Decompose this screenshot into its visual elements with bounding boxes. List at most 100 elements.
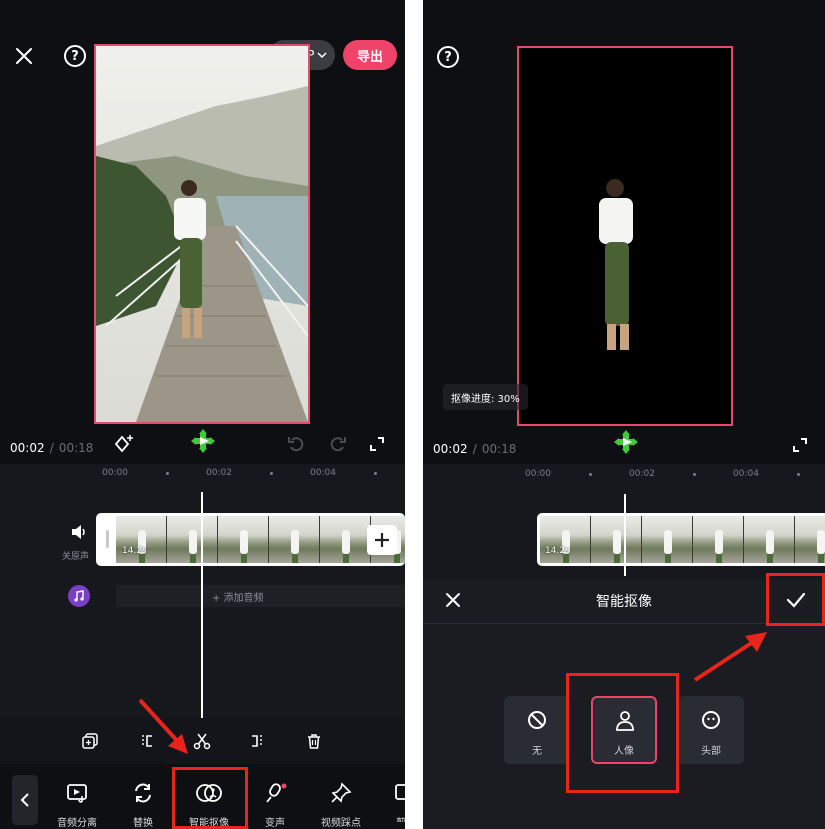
cutout-progress-text: 抠像进度: 30% <box>451 393 520 405</box>
toolbar-back-button[interactable] <box>12 775 38 825</box>
annotation-highlight-box <box>766 573 825 626</box>
ruler-dot <box>797 473 800 476</box>
ruler-dot <box>589 473 592 476</box>
music-track-button[interactable] <box>68 585 90 607</box>
playhead[interactable] <box>201 492 203 718</box>
tool-voice-change[interactable]: 变声 <box>250 782 300 829</box>
trash-icon <box>308 734 320 749</box>
add-clip-button[interactable] <box>367 525 397 555</box>
cutout-preview[interactable] <box>517 46 733 426</box>
play-move-icon <box>191 429 215 453</box>
trim-right-icon <box>252 735 262 747</box>
ruler-tick-label: 00:02 <box>629 469 655 479</box>
tool-label: 音频分离 <box>57 818 97 829</box>
time-separator: / <box>49 441 54 455</box>
play-button[interactable] <box>611 427 641 457</box>
clip-duration: 14.2s <box>545 546 570 556</box>
mute-label: 关原声 <box>62 552 90 562</box>
tool-replace[interactable]: 替换 <box>118 782 168 829</box>
play-button[interactable] <box>188 426 218 456</box>
option-label: 头部 <box>701 746 721 757</box>
keyframe-button[interactable] <box>112 432 136 456</box>
keyframe-add-icon <box>114 435 133 453</box>
current-time: 00:02 <box>433 442 468 456</box>
copy-button[interactable] <box>80 731 100 751</box>
add-audio-label: + 添加音频 <box>212 592 264 604</box>
export-label: 导出 <box>356 49 383 65</box>
undo-button[interactable] <box>286 433 308 455</box>
tool-beat-pin[interactable]: 视频踩点 <box>316 782 366 829</box>
help-button[interactable]: ? <box>435 44 461 70</box>
add-audio-button[interactable]: + 添加音频 <box>116 585 405 607</box>
help-icon: ? <box>437 46 459 68</box>
close-icon <box>16 48 32 64</box>
delete-button[interactable] <box>304 731 324 751</box>
ruler-dot <box>270 472 273 475</box>
sheet-title: 智能抠像 <box>596 594 652 610</box>
chevron-down-icon <box>317 52 327 59</box>
sheet-divider <box>423 623 825 624</box>
split-right-button[interactable] <box>248 731 268 751</box>
help-icon: ? <box>64 45 86 67</box>
option-none[interactable]: 无 <box>504 696 570 764</box>
tool-audio-split[interactable]: 音频分离 <box>52 782 102 829</box>
video-clip-track[interactable]: 14.2s <box>537 513 825 566</box>
clip-thumbnails <box>540 516 825 563</box>
ruler-tick-label: 00:02 <box>206 468 232 478</box>
video-frame-image <box>96 46 308 422</box>
help-button[interactable]: ? <box>62 43 88 69</box>
music-note-icon <box>74 590 84 602</box>
total-time: 00:18 <box>481 442 517 456</box>
fullscreen-icon <box>370 437 384 451</box>
playhead[interactable] <box>624 494 626 576</box>
redo-button[interactable] <box>326 433 348 455</box>
person-cutout-image <box>599 179 633 350</box>
time-separator: / <box>472 442 477 456</box>
ruler-dot <box>374 472 377 475</box>
current-time: 00:02 <box>10 441 45 455</box>
annotation-highlight-box <box>172 767 248 829</box>
copy-icon <box>82 733 98 749</box>
clip-trim-handle[interactable] <box>106 530 109 548</box>
tool-label: 变声 <box>265 818 285 829</box>
cutout-panel-right: ? 抠像进度: 30% 00:02 / 00:18 00:00 00:02 00… <box>423 0 825 829</box>
cutout-progress: 抠像进度: 30% <box>443 384 528 410</box>
audio-split-icon <box>67 784 87 803</box>
redo-icon <box>330 437 346 452</box>
ruler-dot <box>693 473 696 476</box>
fullscreen-icon <box>793 438 807 452</box>
undo-icon <box>288 437 304 452</box>
clip-thumbnails <box>116 516 405 563</box>
tool-more[interactable]: 剪 <box>382 782 405 822</box>
none-icon <box>528 711 546 729</box>
option-head[interactable]: 头部 <box>678 696 744 764</box>
tool-label: 剪 <box>396 814 405 822</box>
more-icon <box>395 784 405 800</box>
ruler-tick-label: 00:04 <box>310 468 336 478</box>
voice-change-icon <box>266 783 287 803</box>
tool-label: 替换 <box>133 818 153 829</box>
close-button[interactable] <box>12 44 36 68</box>
ruler-tick-label: 00:00 <box>525 469 551 479</box>
tool-label: 视频踩点 <box>321 818 361 829</box>
fullscreen-button[interactable] <box>789 434 811 456</box>
export-button[interactable]: 导出 <box>343 40 397 70</box>
play-move-icon <box>614 430 638 454</box>
video-clip-track[interactable]: 14.2s <box>96 513 405 566</box>
fullscreen-button[interactable] <box>366 433 388 455</box>
plus-icon <box>375 533 389 547</box>
ruler-dot <box>166 472 169 475</box>
ruler-tick-label: 00:00 <box>102 468 128 478</box>
editor-panel-left: ? 1080P 导出 <box>0 0 405 829</box>
replace-icon <box>135 783 151 803</box>
beat-pin-icon <box>331 782 352 803</box>
head-icon <box>702 711 720 729</box>
video-preview[interactable] <box>94 44 310 424</box>
option-label: 无 <box>532 746 542 757</box>
playback-time: 00:02 / 00:18 <box>433 438 516 457</box>
ruler-tick-label: 00:04 <box>733 469 759 479</box>
playback-time: 00:02 / 00:18 <box>10 437 93 456</box>
annotation-highlight-box <box>566 673 679 793</box>
chevron-left-icon <box>20 793 29 807</box>
mute-button[interactable] <box>66 522 92 542</box>
